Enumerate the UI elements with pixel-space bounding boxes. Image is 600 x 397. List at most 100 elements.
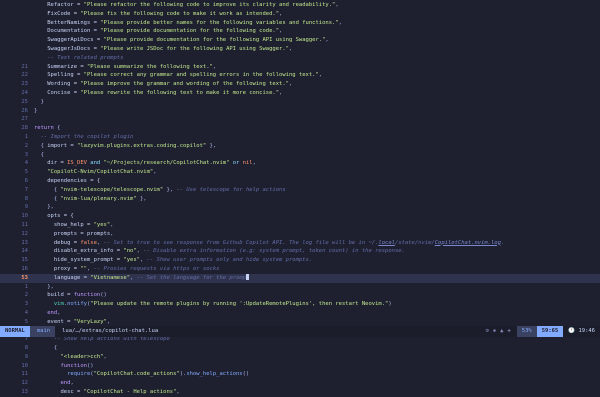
code-line[interactable]: 27: [0, 115, 600, 124]
code-line[interactable]: 3 {: [0, 151, 600, 160]
code-token: ,: [318, 72, 323, 79]
code-text: dependencies = {: [34, 177, 100, 186]
code-token: "": [80, 265, 87, 272]
code-line[interactable]: 22 Spelling = "Please correct any gramma…: [0, 71, 600, 80]
code-line[interactable]: 1 -- Import the copilot plugin: [0, 133, 600, 142]
code-line[interactable]: SwaggerApiDocs = "Please provide documen…: [0, 36, 600, 45]
code-line[interactable]: 10 function(): [0, 362, 600, 371]
code-text: proxy = "", -- Proxies requests via http…: [34, 265, 220, 274]
code-token: Concise =: [34, 89, 81, 96]
code-line[interactable]: 12 prompts = prompts,: [0, 230, 600, 239]
code-text: -- Import the copilot plugin: [34, 133, 134, 142]
code-token: and: [87, 160, 104, 167]
line-number: 7: [24, 186, 28, 193]
code-token: ).: [179, 371, 187, 378]
code-line[interactable]: 21 Summarize = "Please summarize the fol…: [0, 63, 600, 72]
code-line[interactable]: FixCode = "Please fix the following code…: [0, 10, 600, 19]
file-path-label: lua/…/extras/copilot-chat.lua: [62, 328, 159, 334]
code-token: "lazyvim.plugins.extras.coding.copilot": [77, 142, 207, 149]
code-token: show_help =: [34, 221, 94, 228]
status-icons: ⚙ ◈ ▲ ✚: [486, 326, 517, 337]
code-text: debug = false, -- Set to true to see res…: [34, 239, 504, 248]
code-line[interactable]: 26}: [0, 107, 600, 116]
code-line[interactable]: 11 require("CopilotChat.code_actions").s…: [0, 370, 600, 379]
code-line[interactable]: 24 Concise = "Please rewrite the followi…: [0, 89, 600, 98]
code-line[interactable]: 15 hide_system_prompt = "yes", -- Show u…: [0, 256, 600, 265]
code-line[interactable]: 3 vim.notify("Please update the remote p…: [0, 300, 600, 309]
code-text: Documentation = "Please provide document…: [34, 27, 282, 36]
code-line[interactable]: Documentation = "Please provide document…: [0, 27, 600, 36]
current-code-line[interactable]: 53 language = "Vietnamese", -- Set the l…: [0, 273, 600, 283]
code-line[interactable]: 8 { "nvim-lua/plenary.nvim" },: [0, 195, 600, 204]
code-token: "no": [123, 248, 137, 255]
code-line[interactable]: 4 dir = IS_DEV and "~/Projects/research/…: [0, 159, 600, 168]
code-text: desc = "CopilotChat - Help actions",: [34, 388, 179, 397]
code-text: return {: [34, 124, 61, 133]
line-number: 9: [24, 204, 28, 211]
code-text: language = "Vietnamese", -- Set the lang…: [34, 274, 249, 283]
code-line[interactable]: 7 { "nvim-telescope/telescope.nvim" }, -…: [0, 186, 600, 195]
code-token: FixCode =: [34, 10, 81, 17]
code-token: ,: [139, 257, 147, 264]
code-line[interactable]: 10 opts = {: [0, 212, 600, 221]
code-line[interactable]: 1 },: [0, 283, 600, 292]
code-token: (): [100, 292, 107, 299]
code-text: SwaggerJsDocs = "Please write JSDoc for …: [34, 45, 292, 54]
code-line[interactable]: 12 end,: [0, 379, 600, 388]
code-line[interactable]: 2 build = function(): [0, 291, 600, 300]
code-token: ,: [110, 221, 114, 228]
code-token: import =: [47, 142, 78, 149]
code-token: vim: [34, 301, 64, 308]
code-token: "CopilotC-Nvim/CopilotChat.nvim": [34, 169, 154, 176]
code-text: end,: [34, 309, 60, 318]
code-token: ,: [212, 63, 217, 70]
code-token: "Please write JSDoc for the following AP…: [100, 45, 289, 52]
code-line[interactable]: 11 show_help = "yes",: [0, 221, 600, 230]
code-token: ,: [279, 28, 283, 35]
code-text: SwaggerApiDocs = "Please provide documen…: [34, 36, 328, 45]
code-line[interactable]: 13 debug = false, -- Set to true to see …: [0, 239, 600, 248]
code-token: -- Import the copilot plugin: [34, 133, 134, 140]
code-line[interactable]: 9 },: [0, 203, 600, 212]
line-number: 8: [24, 195, 28, 202]
code-token: SwaggerApiDocs =: [34, 37, 104, 44]
code-line[interactable]: 13 desc = "CopilotChat - Help actions",: [0, 388, 600, 397]
code-text: Concise = "Please rewrite the following …: [34, 89, 282, 98]
git-branch-label: main: [36, 328, 51, 334]
code-line[interactable]: -- Text related prompts: [0, 54, 600, 63]
line-number: 24: [21, 89, 28, 96]
code-line[interactable]: 28 return {: [0, 124, 600, 133]
code-line[interactable]: 25 }: [0, 98, 600, 107]
line-number: 12: [21, 230, 28, 237]
code-text: prompts = prompts,: [34, 230, 114, 239]
code-line[interactable]: 9 "<leader>cch",: [0, 353, 600, 362]
code-line[interactable]: 2 { import = "lazyvim.plugins.extras.cod…: [0, 142, 600, 151]
code-text: Spelling = "Please correct any grammar a…: [34, 71, 322, 80]
code-line[interactable]: 4 end,: [0, 309, 600, 318]
add-icon: ✚: [507, 328, 511, 334]
code-editor[interactable]: Refactor = "Please refactor the followin…: [0, 1, 600, 395]
code-line[interactable]: Refactor = "Please refactor the followin…: [0, 1, 600, 10]
code-token: dir =: [34, 160, 68, 167]
code-line[interactable]: 5 "CopilotC-Nvim/CopilotChat.nvim",: [0, 168, 600, 177]
code-line[interactable]: 8 {: [0, 344, 600, 353]
code-line[interactable]: 16 proxy = "", -- Proxies requests via h…: [0, 265, 600, 274]
code-line[interactable]: 23 Wording = "Please improve the grammar…: [0, 80, 600, 89]
code-text: Refactor = "Please refactor the followin…: [34, 1, 338, 10]
code-token: {: [34, 151, 44, 158]
file-path: lua/…/extras/copilot-chat.lua: [55, 326, 163, 337]
code-token: ,: [252, 160, 256, 167]
code-line[interactable]: 6 dependencies = {: [0, 177, 600, 186]
code-text: "CopilotC-Nvim/CopilotChat.nvim",: [34, 168, 156, 177]
code-line[interactable]: 14 disable_extra_info = "no", -- Disable…: [0, 247, 600, 256]
line-number: 6: [24, 177, 28, 184]
code-token: (): [242, 371, 250, 378]
code-token: BetterNamings =: [34, 19, 101, 26]
code-line[interactable]: SwaggerJsDocs = "Please write JSDoc for …: [0, 45, 600, 54]
code-token: "VeryLazy": [73, 318, 107, 325]
code-token: "yes": [123, 257, 140, 264]
code-line[interactable]: BetterNamings = "Please provide better n…: [0, 19, 600, 28]
code-token: },: [136, 195, 147, 202]
code-token: build =: [34, 292, 74, 299]
code-token: "CopilotChat - Help actions": [83, 389, 177, 396]
